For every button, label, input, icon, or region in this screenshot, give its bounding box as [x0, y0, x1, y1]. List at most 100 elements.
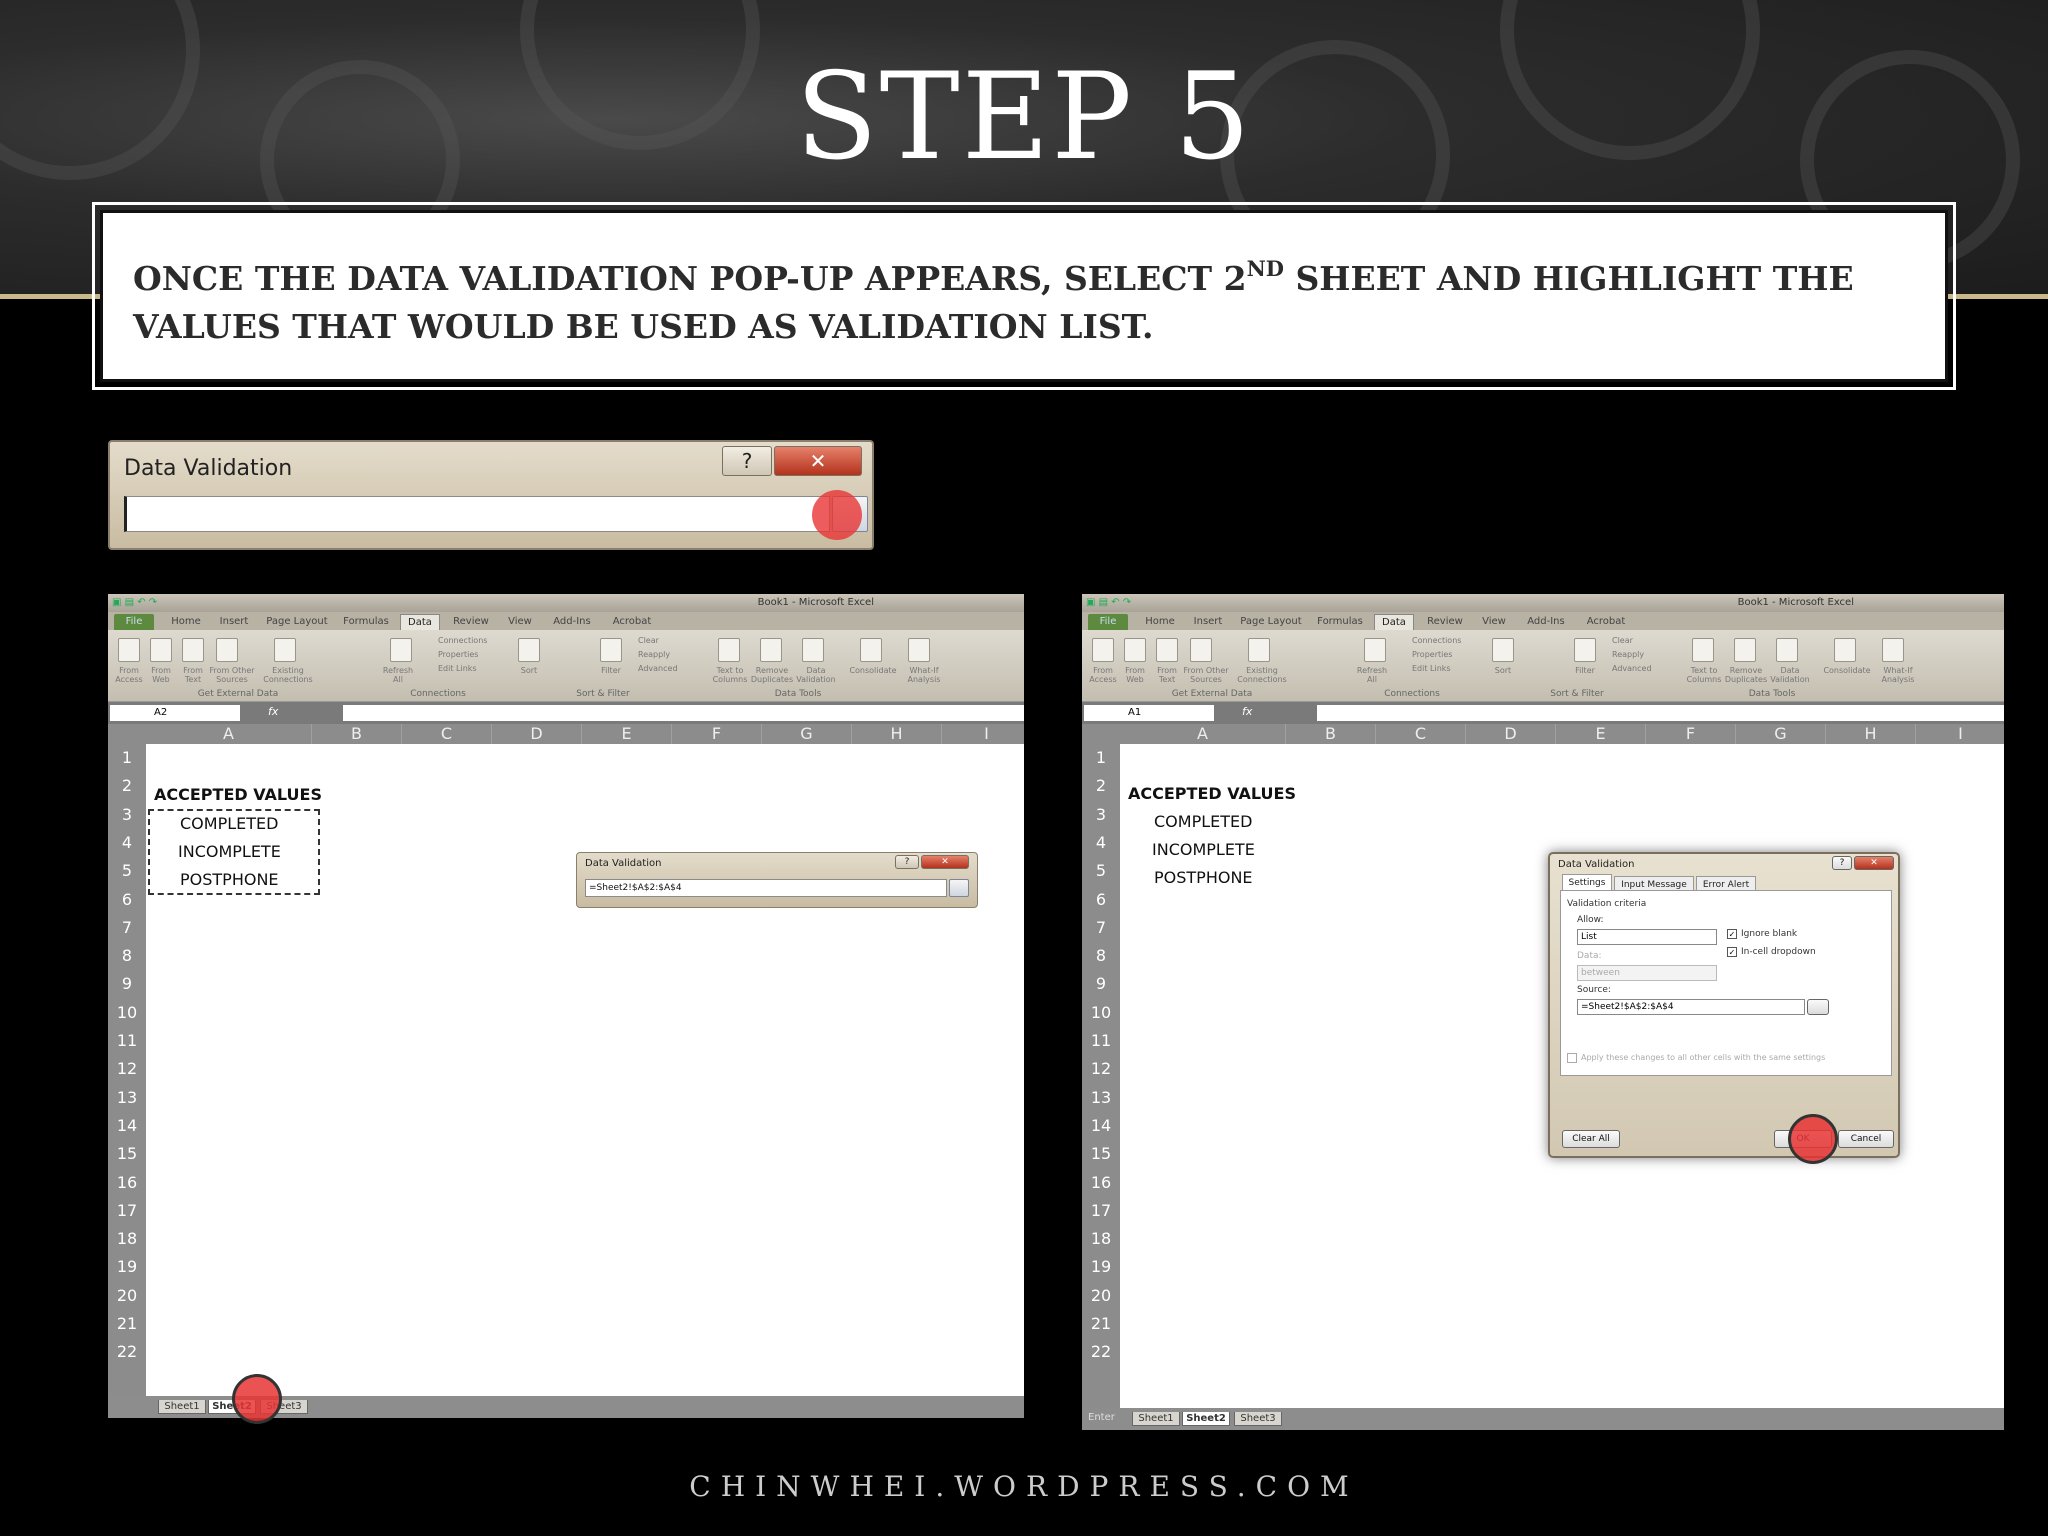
range-input[interactable]	[124, 496, 830, 532]
row-header-10[interactable]: 10	[1082, 999, 1120, 1027]
filter-icon[interactable]	[600, 638, 622, 662]
clear-link[interactable]: Clear	[638, 634, 678, 648]
row-header-6[interactable]: 6	[108, 886, 146, 914]
sheet-tab-1[interactable]: Sheet1	[158, 1400, 206, 1414]
row-header-13[interactable]: 13	[108, 1084, 146, 1112]
column-header-i[interactable]: I	[942, 724, 1024, 744]
clear-all-button[interactable]: Clear All	[1562, 1130, 1620, 1148]
row-header-2[interactable]: 2	[1082, 772, 1120, 800]
apply-all-checkbox[interactable]	[1567, 1053, 1577, 1063]
cell-a1[interactable]: ACCEPTED VALUES	[154, 785, 322, 804]
sort-az-icon[interactable]	[518, 638, 540, 662]
filter-icon[interactable]	[1574, 638, 1596, 662]
row-header-18[interactable]: 18	[1082, 1225, 1120, 1253]
text-to-columns-icon[interactable]	[1692, 638, 1714, 662]
small-help-button[interactable]: ?	[895, 855, 919, 869]
edit-links-link[interactable]: Edit Links	[438, 662, 487, 676]
row-header-19[interactable]: 19	[108, 1253, 146, 1281]
close-button[interactable]: ✕	[774, 446, 862, 476]
fx-icon-right[interactable]: fx	[1242, 705, 1252, 718]
remove-duplicates-icon[interactable]	[760, 638, 782, 662]
sort-az-icon[interactable]	[1492, 638, 1514, 662]
column-header-e[interactable]: E	[1556, 724, 1646, 744]
cell-a1-r[interactable]: ACCEPTED VALUES	[1128, 784, 1296, 803]
row-header-22[interactable]: 22	[108, 1338, 146, 1366]
from-other-sources-icon[interactable]	[1190, 638, 1212, 662]
refresh-all-icon[interactable]	[1364, 638, 1386, 662]
refresh-all-icon[interactable]	[390, 638, 412, 662]
ignore-blank-checkbox[interactable]: ✓	[1727, 929, 1737, 939]
row-header-8[interactable]: 8	[108, 942, 146, 970]
row-header-17[interactable]: 17	[108, 1197, 146, 1225]
row-header-18[interactable]: 18	[108, 1225, 146, 1253]
column-header-b[interactable]: B	[312, 724, 402, 744]
from-other-sources-icon[interactable]	[216, 638, 238, 662]
column-header-d[interactable]: D	[492, 724, 582, 744]
sheet-tab-1-r[interactable]: Sheet1	[1132, 1412, 1180, 1426]
reapply-link[interactable]: Reapply	[638, 648, 678, 662]
source-input[interactable]: =Sheet2!$A$2:$A$4	[1577, 999, 1805, 1015]
column-header-c[interactable]: C	[402, 724, 492, 744]
row-header-13[interactable]: 13	[1082, 1084, 1120, 1112]
row-header-21[interactable]: 21	[108, 1310, 146, 1338]
tab-data-r[interactable]: Data	[1374, 614, 1414, 630]
data-validation-icon[interactable]	[802, 638, 824, 662]
connections-link[interactable]: Connections	[1412, 634, 1461, 648]
reapply-link[interactable]: Reapply	[1612, 648, 1652, 662]
in-cell-dropdown-checkbox[interactable]: ✓	[1727, 947, 1737, 957]
column-header-h[interactable]: H	[1826, 724, 1916, 744]
cell-a2-r[interactable]: COMPLETED	[1154, 812, 1252, 831]
from-text-icon[interactable]	[1156, 638, 1178, 662]
advanced-link[interactable]: Advanced	[1612, 662, 1652, 676]
formula-input-right[interactable]	[1317, 705, 2004, 721]
consolidate-icon[interactable]	[1834, 638, 1856, 662]
what-if-icon[interactable]	[1882, 638, 1904, 662]
column-header-h[interactable]: H	[852, 724, 942, 744]
row-header-5[interactable]: 5	[1082, 857, 1120, 885]
row-header-12[interactable]: 12	[1082, 1055, 1120, 1083]
consolidate-icon[interactable]	[860, 638, 882, 662]
column-header-g[interactable]: G	[1736, 724, 1826, 744]
row-header-12[interactable]: 12	[108, 1055, 146, 1083]
dialog-close-button[interactable]: ✕	[1854, 856, 1894, 870]
remove-duplicates-icon[interactable]	[1734, 638, 1756, 662]
tab-insert-r[interactable]: Insert	[1186, 614, 1230, 630]
existing-connections-icon[interactable]	[274, 638, 296, 662]
sheet-tab-3-r[interactable]: Sheet3	[1234, 1412, 1282, 1426]
row-header-8[interactable]: 8	[1082, 942, 1120, 970]
cell-a4-r[interactable]: POSTPHONE	[1154, 868, 1253, 887]
row-header-20[interactable]: 20	[1082, 1282, 1120, 1310]
row-header-16[interactable]: 16	[1082, 1169, 1120, 1197]
tab-data[interactable]: Data	[400, 614, 440, 630]
row-header-10[interactable]: 10	[108, 999, 146, 1027]
tab-formulas-r[interactable]: Formulas	[1312, 614, 1368, 630]
column-header-a[interactable]: A	[146, 724, 312, 744]
row-header-1[interactable]: 1	[1082, 744, 1120, 772]
fx-icon[interactable]: fx	[268, 705, 278, 718]
clear-link[interactable]: Clear	[1612, 634, 1652, 648]
sheet-tab-2-r[interactable]: Sheet2	[1182, 1412, 1230, 1426]
column-header-b[interactable]: B	[1286, 724, 1376, 744]
tab-insert[interactable]: Insert	[212, 614, 256, 630]
source-collapse-icon[interactable]	[1807, 999, 1829, 1015]
tab-acrobat[interactable]: Acrobat	[604, 614, 660, 630]
from-text-icon[interactable]	[182, 638, 204, 662]
row-header-9[interactable]: 9	[108, 970, 146, 998]
properties-link[interactable]: Properties	[438, 648, 487, 662]
tab-file[interactable]: File	[114, 614, 154, 630]
row-header-11[interactable]: 11	[1082, 1027, 1120, 1055]
tab-page-layout-r[interactable]: Page Layout	[1236, 614, 1306, 630]
row-header-7[interactable]: 7	[108, 914, 146, 942]
column-header-e[interactable]: E	[582, 724, 672, 744]
column-header-c[interactable]: C	[1376, 724, 1466, 744]
row-header-16[interactable]: 16	[108, 1169, 146, 1197]
row-header-15[interactable]: 15	[108, 1140, 146, 1168]
row-header-4[interactable]: 4	[1082, 829, 1120, 857]
text-to-columns-icon[interactable]	[718, 638, 740, 662]
row-header-17[interactable]: 17	[1082, 1197, 1120, 1225]
cancel-button[interactable]: Cancel	[1838, 1130, 1894, 1148]
name-box[interactable]: A2	[110, 705, 240, 721]
tab-file-r[interactable]: File	[1088, 614, 1128, 630]
tab-add-ins[interactable]: Add-Ins	[544, 614, 600, 630]
row-header-3[interactable]: 3	[108, 801, 146, 829]
